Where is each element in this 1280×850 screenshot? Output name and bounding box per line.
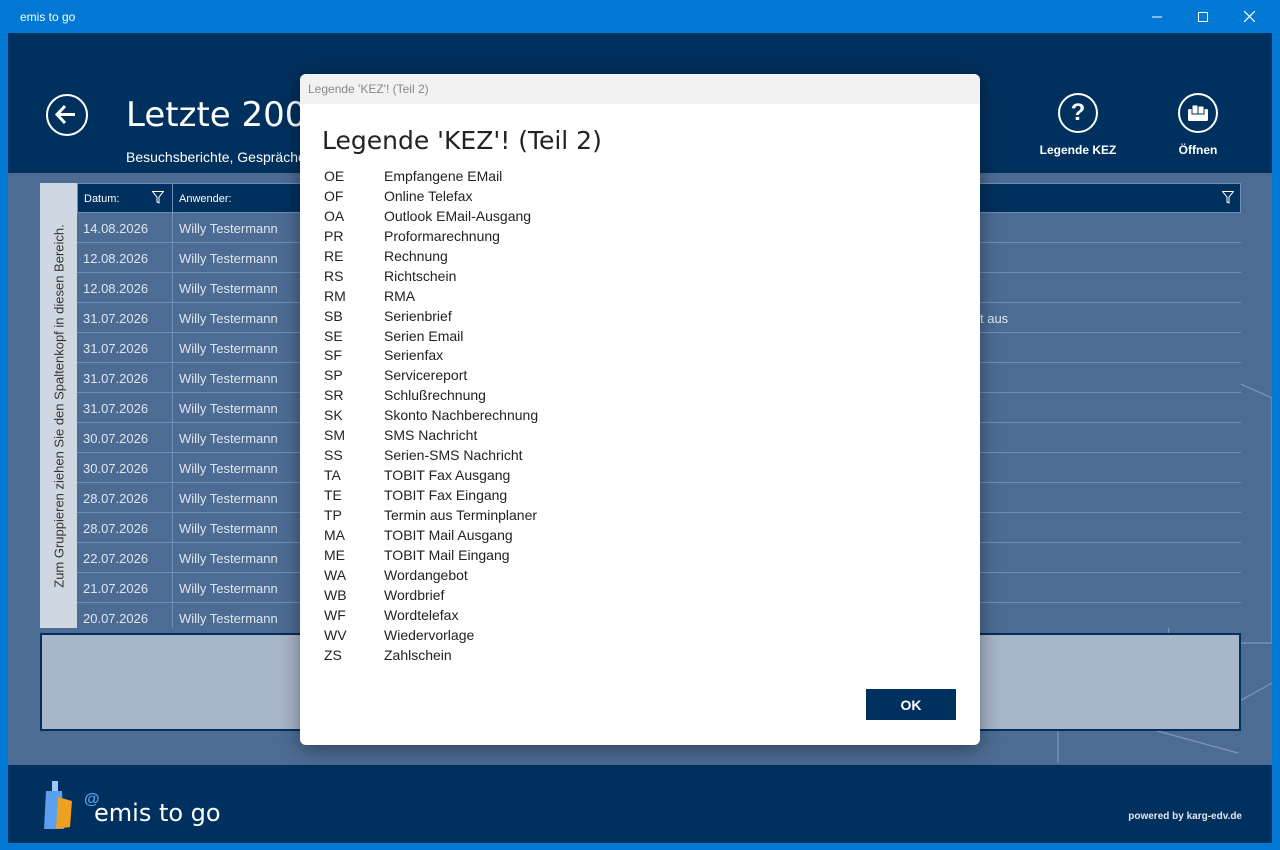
legend-description: Rechnung: [384, 247, 448, 264]
legend-description: TOBIT Mail Ausgang: [384, 526, 513, 543]
legend-code: SM: [324, 427, 345, 444]
legend-description: RMA: [384, 287, 416, 304]
legend-code: TA: [324, 467, 341, 484]
legend-code: OF: [324, 187, 344, 204]
legend-code: RS: [324, 267, 344, 284]
legend-code: TE: [324, 487, 342, 503]
legend-code: SS: [324, 447, 343, 464]
legend-code: RE: [324, 247, 344, 264]
legend-code: RM: [324, 287, 346, 304]
legend-code: OA: [324, 207, 345, 224]
legend-description: Outlook EMail-Ausgang: [384, 207, 532, 224]
legend-code: WA: [324, 566, 347, 583]
legend-description: Proformarechnung: [384, 227, 500, 244]
legend-code: SR: [324, 387, 344, 404]
legend-description: Serien Email: [384, 327, 464, 344]
legend-description: Serien-SMS Nachricht: [384, 447, 523, 464]
legend-description: TOBIT Fax Ausgang: [384, 467, 511, 484]
legend-code: WF: [324, 606, 346, 623]
legend-description: Wordtelefax: [384, 606, 459, 623]
legend-description: TOBIT Mail Eingang: [384, 546, 510, 563]
legend-code: WV: [324, 626, 347, 643]
legend-description: Richtschein: [384, 267, 457, 284]
legend-code: SE: [324, 327, 343, 344]
dialog-heading: Legende 'KEZ'! (Teil 2): [322, 126, 602, 155]
legend-code: SP: [324, 367, 343, 384]
legend-description: Servicereport: [384, 367, 468, 384]
ok-button[interactable]: OK: [866, 689, 956, 720]
dialog-title-bar: Legende 'KEZ'! (Teil 2): [300, 74, 980, 104]
legend-description: SMS Nachricht: [384, 427, 478, 444]
legend-description: Wordangebot: [384, 566, 468, 583]
legend-code: TP: [324, 506, 342, 523]
legend-description: Schlußrechnung: [384, 387, 486, 404]
legend-description: Serienfax: [384, 347, 444, 364]
legend-description: Termin aus Terminplaner: [384, 506, 538, 523]
legend-description: Skonto Nachberechnung: [384, 407, 539, 424]
legend-code: SF: [324, 347, 342, 364]
legend-code: SK: [324, 407, 343, 424]
legend-code: MA: [324, 526, 345, 543]
legend-description: Wiedervorlage: [384, 626, 475, 643]
legend-description: Zahlschein: [384, 646, 452, 663]
legend-code: SB: [324, 307, 343, 324]
legend-code: WB: [324, 586, 347, 603]
legend-code: PR: [324, 227, 344, 244]
app-window: emis to go Letzte 200 Aktivitäten Besuch…: [0, 0, 1280, 850]
legend-description: Online Telefax: [384, 187, 473, 204]
legend-dialog: Legende 'KEZ'! (Teil 2) Legende 'KEZ'! (…: [300, 74, 980, 745]
legend-description: Wordbrief: [384, 586, 445, 603]
legend-description: Empfangene EMail: [384, 168, 503, 184]
legend-description: Serienbrief: [384, 307, 452, 324]
legend-code: ME: [324, 546, 345, 563]
legend-description: TOBIT Fax Eingang: [384, 487, 508, 503]
legend-code: ZS: [324, 646, 342, 663]
legend-code: OE: [324, 168, 345, 184]
